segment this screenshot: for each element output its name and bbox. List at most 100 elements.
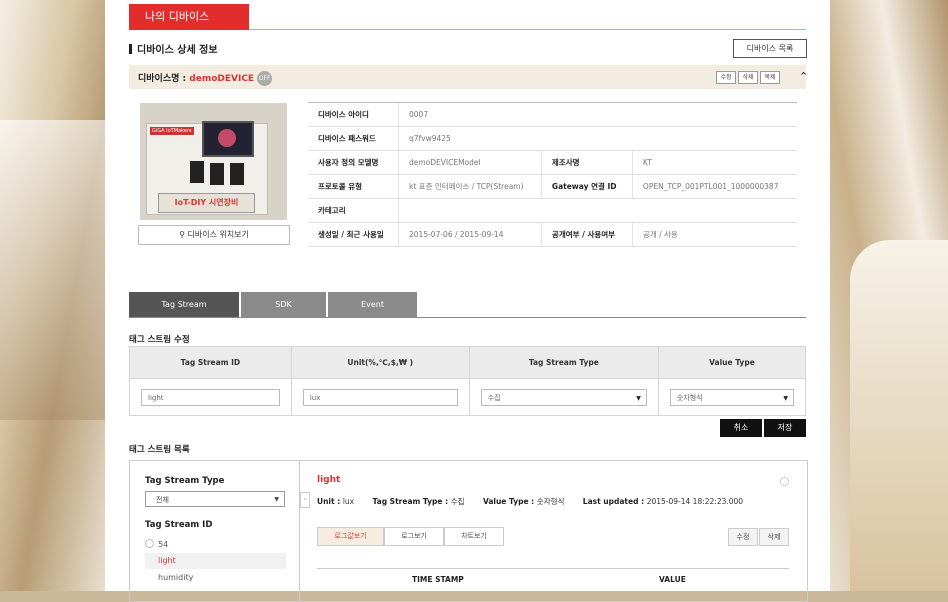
stream-unit: Unit : lux — [317, 497, 354, 506]
info-value: OPEN_TCP_001PTL001_1000000387 — [631, 174, 797, 199]
device-name-label: 디바이스명 : demoDEVICE OFF — [138, 71, 273, 86]
edit-header-row: Tag Stream ID Unit(%,℃,$,₩ ) Tag Stream … — [129, 346, 807, 379]
tag-stream-panel: Tag Stream Type 전체 ▼ Tag Stream ID 54 lig… — [129, 460, 808, 602]
edit-cell: lux — [290, 378, 470, 416]
info-value: kt 표준 인터페이스 / TCP(Stream) — [398, 174, 542, 199]
location-button[interactable]: ⚲ 디바이스 위치보기 — [138, 225, 290, 245]
map-pin-icon: ⚲ — [179, 230, 185, 239]
main-content: 나의 디바이스 디바이스 상세 정보 디바이스 목록 디바이스명 : demoD… — [105, 0, 830, 602]
device-bar: 디바이스명 : demoDEVICE OFF 수정 삭제 복제 ⌃ — [129, 65, 808, 89]
title-divider — [129, 29, 806, 30]
column-header: Unit(%,℃,$,₩ ) — [290, 346, 470, 379]
detail-heading: 디바이스 상세 정보 — [137, 45, 218, 56]
edit-cell: 숫자형식 ▼ — [657, 378, 807, 416]
cancel-button[interactable]: 취소 — [720, 419, 762, 437]
photo-screen — [202, 121, 254, 157]
caret-down-icon: ▼ — [783, 394, 788, 402]
status-dot-icon — [780, 477, 789, 486]
meta-value: lux — [342, 497, 355, 506]
info-label: 디바이스 패스워드 — [308, 126, 399, 151]
info-label: 프로토콜 유형 — [308, 174, 399, 199]
info-row: 디바이스 아이디 0007 — [308, 102, 797, 127]
section-heading: 디바이스 상세 정보 — [129, 41, 218, 56]
type-filter-value: 전체 — [156, 496, 169, 504]
list-item[interactable]: 54 — [145, 537, 273, 553]
location-button-label: 디바이스 위치보기 — [187, 230, 249, 239]
copy-device-button[interactable]: 복제 — [760, 71, 780, 84]
list-item[interactable]: humidity — [145, 570, 286, 586]
save-button[interactable]: 저장 — [764, 419, 806, 437]
type-filter-label: Tag Stream Type — [145, 476, 225, 486]
tag-stream-detail: light Unit : lux Tag Stream Type : 수집 Va… — [300, 461, 807, 601]
info-row: 카테고리 — [308, 198, 797, 223]
info-label: 사용자 정의 모델명 — [308, 150, 399, 175]
photo-logo: GiGA IoTMakers — [150, 127, 194, 135]
chevron-up-icon[interactable]: ⌃ — [799, 70, 808, 83]
column-header: Tag Stream Type — [468, 346, 659, 379]
tag-stream-type-select[interactable]: 수집 ▼ — [480, 388, 647, 406]
tag-stream-type-value: 수집 — [487, 393, 501, 402]
tab-log-values[interactable]: 로그값보기 — [317, 527, 384, 546]
stream-type: Tag Stream Type : 수집 — [372, 497, 464, 506]
photo-chip — [230, 163, 244, 185]
delete-stream-button[interactable]: 삭제 — [759, 528, 789, 546]
edit-input-row: light lux 수집 ▼ 숫자형식 ▼ — [129, 378, 807, 416]
unit-input[interactable]: lux — [302, 388, 458, 406]
tab-tag-stream[interactable]: Tag Stream — [129, 292, 239, 317]
device-photo: GiGA IoTMakers IoT-DIY 시연장비 — [140, 103, 287, 220]
photo-chip — [210, 163, 224, 185]
info-value: demoDEVICEModel — [398, 150, 542, 175]
caret-down-icon: ▼ — [636, 394, 641, 402]
column-header: Tag Stream ID — [129, 346, 292, 379]
background-right — [830, 0, 948, 591]
info-row: 디바이스 패스워드 q7fvw9425 — [308, 126, 797, 151]
info-row: 프로토콜 유형 kt 표준 인터페이스 / TCP(Stream) Gateway … — [308, 174, 797, 199]
edit-stream-button[interactable]: 수정 — [728, 528, 758, 546]
stream-name: light — [317, 475, 341, 485]
info-label: 공개여부 / 사용여부 — [540, 222, 633, 247]
info-value: KT — [631, 150, 797, 175]
tag-stream-id-input[interactable]: light — [141, 388, 280, 406]
info-label: 생성일 / 최근 사용일 — [308, 222, 399, 247]
meta-value: 숫자형식 — [536, 497, 565, 506]
delete-device-button[interactable]: 삭제 — [738, 71, 758, 84]
edit-device-button[interactable]: 수정 — [716, 71, 736, 84]
meta-label: Unit : — [317, 497, 343, 506]
stream-value-type: Value Type : 숫자형식 — [483, 497, 564, 506]
info-value: 2015-07-06 / 2015-09-14 — [398, 222, 542, 247]
photo-plate: IoT-DIY 시연장비 — [158, 193, 255, 213]
tab-event[interactable]: Event — [328, 292, 417, 317]
radio-icon — [145, 539, 154, 548]
edit-table: Tag Stream ID Unit(%,℃,$,₩ ) Tag Stream … — [129, 346, 807, 416]
info-label: 카테고리 — [308, 198, 399, 223]
info-value — [398, 198, 797, 223]
tab-sdk[interactable]: SDK — [241, 292, 326, 317]
info-row: 사용자 정의 모델명 demoDEVICEModel 제조사명 KT — [308, 150, 797, 175]
info-value: q7fvw9425 — [398, 126, 797, 151]
edit-section-title: 태그 스트림 수정 — [129, 335, 190, 345]
meta-label: Value Type : — [482, 497, 537, 506]
info-label: 디바이스 아이디 — [308, 102, 399, 127]
photo-chip — [190, 161, 204, 183]
log-table-header: TIME STAMP VALUE — [317, 568, 789, 589]
meta-label: Last updated : — [582, 497, 647, 506]
meta-label: Tag Stream Type : — [372, 497, 451, 506]
info-value: 공개 / 사용 — [631, 222, 797, 247]
list-item-label: 54 — [158, 540, 169, 549]
value-type-select[interactable]: 숫자형식 ▼ — [669, 388, 794, 406]
column-header: Value Type — [657, 346, 807, 379]
heading-bar — [129, 44, 132, 54]
device-list-button[interactable]: 디바이스 목록 — [733, 39, 807, 58]
id-list-label: Tag Stream ID — [145, 520, 213, 530]
status-badge: OFF — [257, 71, 273, 86]
page-title: 나의 디바이스 — [129, 4, 249, 30]
meta-value: 수집 — [450, 497, 465, 506]
meta-value: 2015-09-14 18:22:23.000 — [646, 497, 744, 506]
tab-chart[interactable]: 차트보기 — [444, 527, 504, 546]
stream-meta: Unit : lux Tag Stream Type : 수집 Value Ty… — [317, 496, 759, 507]
type-filter-select[interactable]: 전체 ▼ — [145, 491, 285, 507]
list-item[interactable]: light — [145, 553, 286, 569]
device-label: 디바이스명 : — [138, 74, 190, 84]
tab-log[interactable]: 로그보기 — [384, 527, 444, 546]
edit-cell: light — [129, 378, 292, 416]
